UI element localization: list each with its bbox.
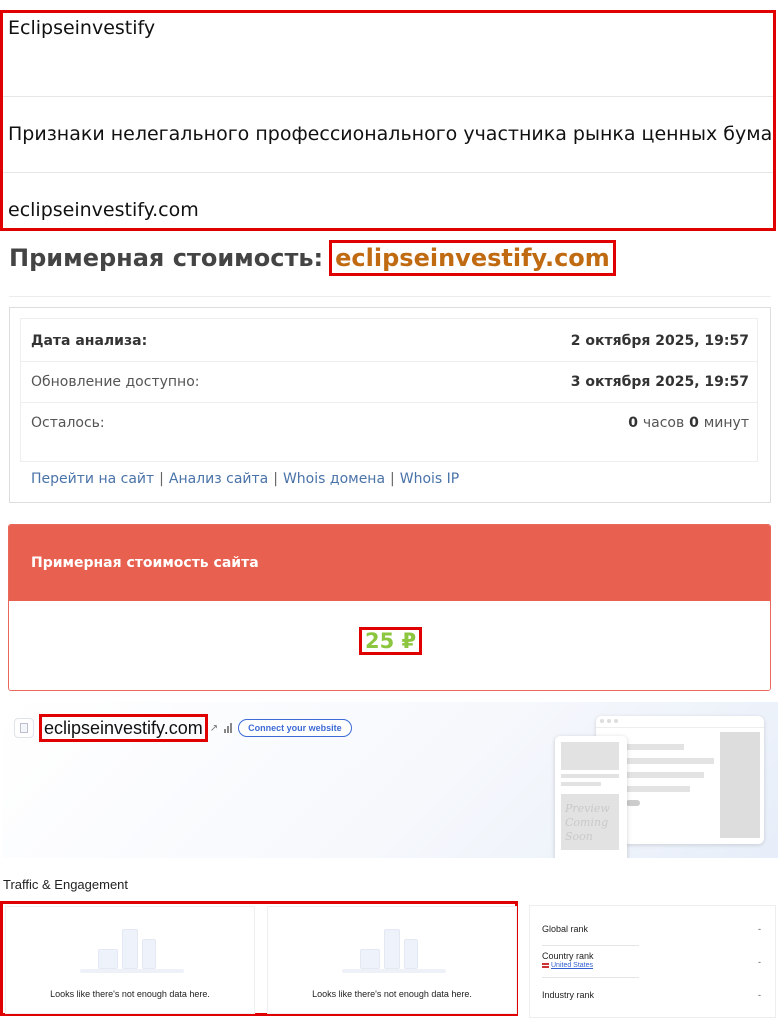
estimated-value-card: Примерная стоимость сайта 25 ₽ — [8, 524, 771, 691]
minutes-unit: минут — [703, 414, 749, 431]
country-rank-row: Country rank - United States — [542, 951, 767, 969]
site-analysis-link[interactable]: Анализ сайта — [169, 471, 268, 487]
analysis-date-label: Дата анализа: — [31, 333, 148, 349]
signal-bars-icon — [224, 723, 233, 733]
divider — [542, 945, 639, 946]
nodata-message: Looks like there's not enough data here. — [50, 989, 210, 999]
divider — [542, 977, 639, 978]
traffic-widget-hero: eclipseinvestify.com ↗ Connect your webs… — [2, 702, 778, 858]
traffic-nodata-cards: Looks like there's not enough data here.… — [0, 901, 518, 1016]
external-link-icon[interactable]: ↗ — [210, 723, 218, 734]
analysis-table: Дата анализа: 2 октября 2025, 19:57 Обно… — [20, 318, 758, 462]
brand-name: Eclipseinvestify — [8, 17, 156, 39]
time-left-label: Осталось: — [31, 414, 105, 431]
industry-rank-row: Industry rank - — [542, 990, 767, 1000]
global-rank-label: Global rank — [542, 924, 589, 934]
connect-website-button[interactable]: Connect your website — [238, 719, 352, 737]
time-left-value: 0 часов 0 минут — [628, 415, 749, 431]
hours-unit: часов — [642, 414, 685, 431]
industry-rank-value: - — [758, 990, 761, 1000]
page-title-prefix: Примерная стоимость: — [9, 244, 324, 272]
nodata-message: Looks like there's not enough data here. — [312, 989, 472, 999]
country-rank-label: Country rank — [542, 951, 594, 961]
preview-mobile-mockup: Preview Coming Soon — [555, 736, 627, 858]
divider — [3, 96, 773, 97]
page-title: Примерная стоимость: eclipseinvestify.co… — [9, 240, 616, 276]
divider — [3, 172, 773, 173]
widget-site-row: eclipseinvestify.com ↗ Connect your webs… — [14, 714, 352, 742]
rank-card: Global rank - Country rank - United Stat… — [529, 905, 776, 1018]
update-available-row: Обновление доступно: 3 октября 2025, 19:… — [21, 361, 757, 401]
go-to-site-link[interactable]: Перейти на сайт — [31, 471, 154, 487]
page-title-domain: eclipseinvestify.com — [329, 240, 616, 276]
update-available-value: 3 октября 2025, 19:57 — [570, 373, 749, 390]
nodata-card: Looks like there's not enough data here. — [267, 906, 517, 1014]
warning-text: Признаки нелегального профессионального … — [8, 123, 773, 145]
nodata-card: Looks like there's not enough data here. — [5, 906, 255, 1014]
site-links: Перейти на сайт | Анализ сайта | Whois домен… — [31, 471, 460, 487]
traffic-section-title: Traffic & Engagement — [3, 877, 129, 892]
time-left-row: Осталось: 0 часов 0 минут — [21, 402, 757, 442]
analysis-panel: Дата анализа: 2 октября 2025, 19:57 Обно… — [9, 307, 771, 503]
widget-domain[interactable]: eclipseinvestify.com — [39, 714, 208, 742]
favicon-icon — [14, 718, 34, 738]
empty-chart-illustration — [80, 925, 184, 975]
site-info-block: Eclipseinvestify Признаки нелегального п… — [0, 10, 776, 231]
divider — [9, 296, 771, 297]
analysis-date-value: 2 октября 2025, 19:57 — [570, 333, 749, 349]
whois-domain-link[interactable]: Whois домена — [283, 471, 385, 487]
industry-rank-label: Industry rank — [542, 990, 595, 1000]
empty-chart-illustration — [342, 925, 446, 975]
preview-placeholder-text: Preview Coming Soon — [565, 802, 610, 843]
whois-ip-link[interactable]: Whois IP — [400, 471, 460, 487]
country-rank-value: - — [758, 957, 761, 967]
country-link[interactable]: United States — [542, 962, 767, 969]
update-available-label: Обновление доступно: — [31, 373, 200, 390]
estimated-value-title: Примерная стоимость сайта — [9, 525, 770, 601]
hours-value: 0 — [628, 414, 638, 431]
analysis-date-row: Дата анализа: 2 октября 2025, 19:57 — [21, 321, 757, 361]
us-flag-icon — [542, 962, 549, 968]
domain-text: eclipseinvestify.com — [8, 199, 199, 221]
estimated-value-amount: 25 ₽ — [359, 627, 423, 655]
global-rank-row: Global rank - — [542, 924, 767, 934]
minutes-value: 0 — [689, 414, 699, 431]
global-rank-value: - — [758, 924, 761, 934]
